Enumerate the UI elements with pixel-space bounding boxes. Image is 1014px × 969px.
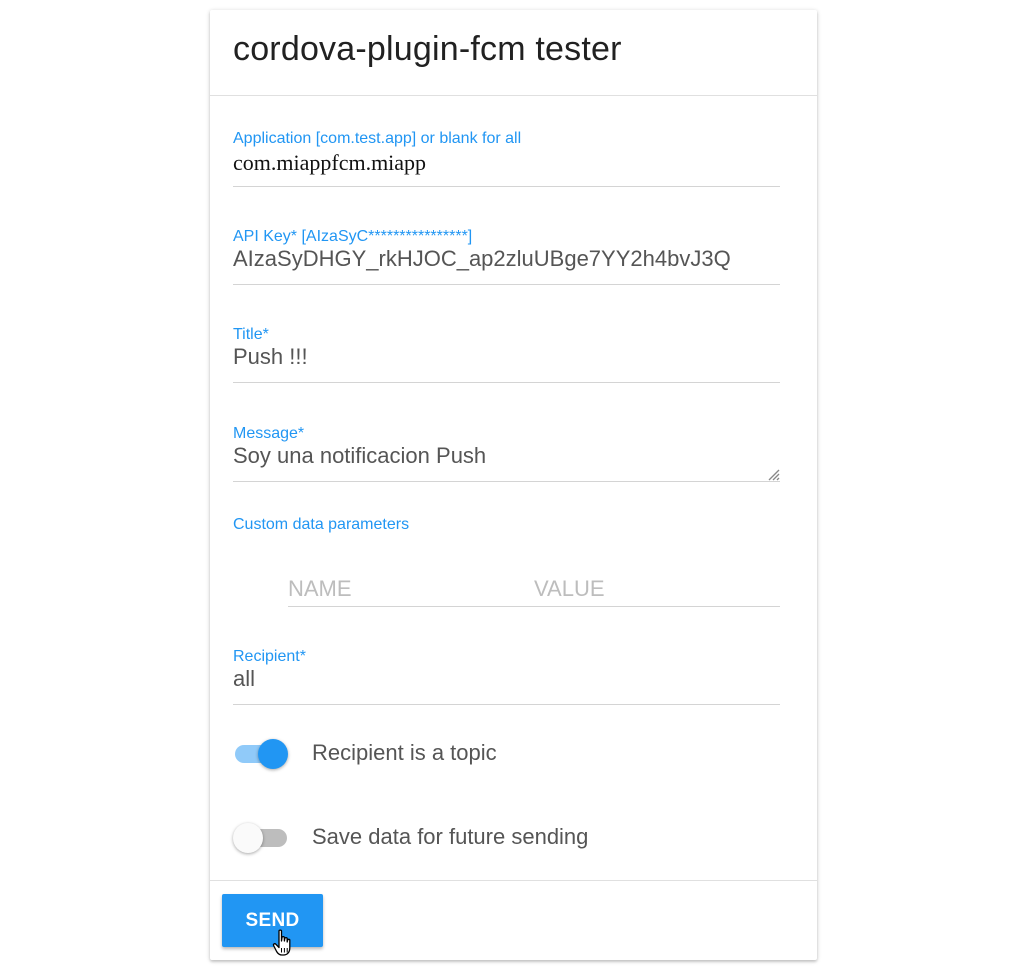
- card-header: cordova-plugin-fcm tester: [210, 10, 817, 96]
- application-label: Application [com.test.app] or blank for …: [233, 130, 522, 147]
- message-field[interactable]: Message* Soy una notificacion Push: [233, 425, 780, 485]
- param-name-input[interactable]: NAME: [288, 576, 352, 602]
- hand-pointer-icon: [272, 929, 291, 956]
- param-value-input[interactable]: VALUE: [534, 576, 605, 602]
- recipient-label: Recipient*: [233, 648, 306, 665]
- api-key-input[interactable]: AIzaSyDHGY_rkHJOC_ap2zluUBge7YY2h4bvJ3Q: [233, 246, 731, 272]
- application-field[interactable]: Application [com.test.app] or blank for …: [233, 130, 780, 190]
- title-input[interactable]: Push !!!: [233, 344, 308, 370]
- recipient-underline: [233, 704, 780, 705]
- custom-data-label: Custom data parameters: [233, 516, 410, 533]
- fcm-tester-card: cordova-plugin-fcm tester Application [c…: [210, 10, 817, 960]
- recipient-field[interactable]: Recipient* all: [233, 648, 780, 708]
- title-field[interactable]: Title* Push !!!: [233, 326, 780, 386]
- message-underline: [233, 481, 780, 482]
- title-underline: [233, 382, 780, 383]
- save-data-toggle[interactable]: [233, 821, 289, 853]
- recipient-topic-label: Recipient is a topic: [312, 740, 497, 765]
- title-label: Title*: [233, 326, 269, 343]
- message-textarea[interactable]: Soy una notificacion Push: [233, 443, 486, 469]
- save-data-label: Save data for future sending: [312, 824, 589, 849]
- application-underline: [233, 186, 780, 187]
- custom-data-row: NAME VALUE: [288, 576, 780, 608]
- toggle-thumb: [233, 823, 263, 853]
- recipient-topic-toggle[interactable]: [233, 737, 289, 769]
- application-input[interactable]: com.miappfcm.miapp: [233, 150, 426, 176]
- toggle-thumb: [258, 739, 288, 769]
- page-title: cordova-plugin-fcm tester: [233, 30, 622, 68]
- api-key-underline: [233, 284, 780, 285]
- resize-handle-icon[interactable]: [766, 467, 780, 481]
- param-underline: [288, 606, 780, 607]
- recipient-input[interactable]: all: [233, 666, 255, 692]
- message-label: Message*: [233, 425, 305, 442]
- api-key-field[interactable]: API Key* [AIzaSyC****************] AIzaS…: [233, 228, 780, 288]
- api-key-label: API Key* [AIzaSyC****************]: [233, 228, 473, 245]
